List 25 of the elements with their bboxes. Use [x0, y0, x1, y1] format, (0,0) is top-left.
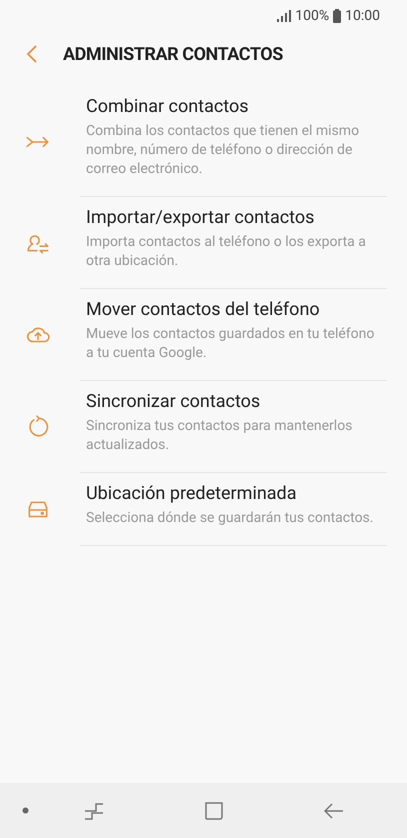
- settings-list-item[interactable]: Sincronizar contactos Sincroniza tus contactos para mantenerlos actualizados.: [0, 381, 407, 473]
- settings-list-item[interactable]: Importar/exportar contactos Importa contactos al teléfono o los exporta a otra ubicación.: [0, 197, 407, 289]
- settings-list-item[interactable]: Ubicación predeterminada Selecciona dónde se guardarán tus contactos.: [0, 473, 407, 546]
- battery-percent: 100%: [295, 6, 330, 26]
- item-title: Combinar contactos: [86, 95, 250, 119]
- page-title: ADMINISTRAR CONTACTOS: [63, 42, 283, 66]
- item-title: Importar/exportar contactos: [86, 206, 316, 230]
- settings-list-item[interactable]: Mover contactos del teléfono Mueve los contactos guardados en tu teléfono a tu cuenta Google.: [0, 289, 407, 381]
- back-arrow-icon: [324, 802, 344, 818]
- signal-icon: [277, 10, 292, 22]
- settings-list-item[interactable]: Combinar contactos Combina los contactos que tienen el mismo nombre, número de teléfono o dirección de correo electrónico.: [0, 86, 407, 197]
- item-title: Ubicación predeterminada: [86, 482, 298, 506]
- item-title: Mover contactos del teléfono: [86, 298, 321, 322]
- item-description: Combina los contactos que tienen el mismo nombre, número de teléfono o dirección de correo electrónico.: [86, 122, 360, 179]
- home-square-icon: [205, 802, 223, 820]
- battery-icon: [333, 9, 342, 23]
- item-description: Selecciona dónde se guardarán tus contactos.: [86, 509, 374, 528]
- recent-apps-icon: [84, 802, 104, 820]
- clock-time: 10:00: [345, 6, 380, 26]
- item-description: Mueve los contactos guardados en tu teléfono a tu cuenta Google.: [86, 325, 376, 363]
- item-description: Sincroniza tus contactos para mantenerlos actualizados.: [86, 417, 354, 455]
- item-title: Sincronizar contactos: [86, 390, 262, 414]
- back-chevron-icon: [26, 44, 38, 64]
- dot-icon[interactable]: [22, 807, 29, 814]
- item-description: Importa contactos al teléfono o los exporta a otra ubicación.: [86, 233, 367, 271]
